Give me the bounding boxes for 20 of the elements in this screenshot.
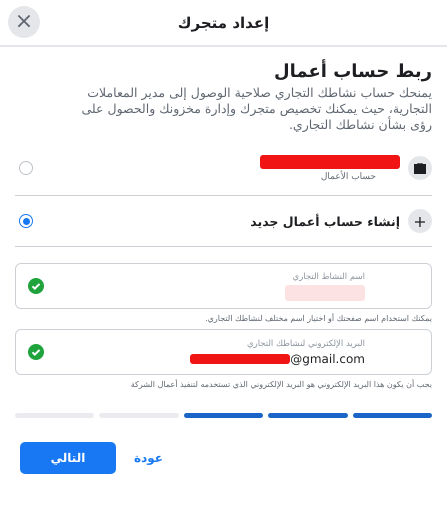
check-icon — [28, 278, 44, 294]
close-button[interactable]: × — [8, 6, 40, 38]
section-description: يمنحك حساب نشاطك التجاري صلاحية الوصول إلى مدير المعاملات التجارية، حيث يمكنك تخصيص متجرك وإدارة مخزونك والحصول على رؤى بشأن نشاطك التجاري. — [80, 85, 432, 133]
account-type-label: حساب الأعمال — [320, 172, 376, 182]
section-heading: ربط حساب أعمال — [273, 61, 432, 82]
radio-button[interactable] — [19, 214, 33, 228]
field-label: اسم النشاط التجاري — [292, 272, 365, 282]
radio-button[interactable] — [19, 161, 33, 175]
field-value: @gmail.com — [290, 352, 365, 366]
field-label: البريد الإلكتروني لنشاطك التجاري — [246, 338, 365, 348]
check-icon — [28, 344, 44, 360]
plus-icon: + — [408, 209, 432, 233]
back-link[interactable]: عودة — [134, 451, 163, 465]
text-input-field[interactable]: اسم النشاط التجاري — [15, 263, 432, 309]
field-hint: يجب أن يكون هذا البريد الإلكتروني هو البريد الإلكتروني الذي تستخدمه لتنفيذ أعمال الشركة — [130, 380, 432, 389]
window-title: إعداد متجرك — [178, 14, 270, 32]
briefcase-icon — [413, 162, 427, 174]
create-account-label: إنشاء حساب أعمال جديد — [249, 214, 400, 228]
field-hint: يمكنك استخدام اسم صفحتك أو اختيار اسم مختلف لنشاطك التجاري. — [204, 314, 432, 323]
next-button[interactable]: التالي — [20, 442, 116, 474]
